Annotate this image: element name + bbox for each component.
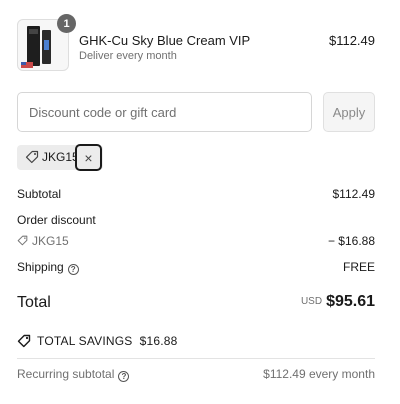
quantity-badge: 1 [57, 14, 76, 33]
total-savings-value: $16.88 [139, 334, 178, 348]
total-amount: USD $95.61 [301, 293, 375, 311]
recurring-subtotal-value: $112.49 every month [263, 367, 375, 381]
product-thumbnail: 1 [17, 14, 76, 71]
divider [17, 358, 375, 359]
tag-icon [25, 150, 39, 164]
close-icon: × [84, 149, 93, 166]
help-icon[interactable]: ? [118, 371, 130, 382]
subtotal-value: $112.49 [332, 187, 376, 201]
total-value: $95.61 [326, 293, 375, 310]
order-discount-label: Order discount [17, 213, 96, 227]
product-delivery-frequency: Deliver every month [79, 50, 177, 62]
discount-code-label: JKG15 [32, 234, 69, 248]
shipping-label: Shipping [17, 260, 64, 274]
discount-code-input[interactable] [17, 92, 312, 132]
applied-code-label: JKG15 [42, 150, 79, 164]
shipping-row: Shipping? FREE [17, 260, 375, 275]
discount-amount: − $16.88 [327, 234, 375, 248]
help-icon[interactable]: ? [67, 264, 79, 275]
total-label: Total [17, 294, 51, 311]
applied-discount-chip: JKG15 × [17, 144, 103, 171]
product-price: $112.49 [328, 33, 375, 48]
total-savings-label: TOTAL SAVINGS [37, 334, 133, 348]
total-savings: TOTAL SAVINGS $16.88 [17, 334, 178, 348]
shipping-value: FREE [342, 260, 375, 274]
subtotal-row: Subtotal $112.49 [17, 187, 375, 201]
currency-code: USD [300, 296, 323, 307]
order-discount-row: Order discount [17, 213, 375, 227]
tag-icon [17, 235, 28, 246]
remove-discount-button[interactable]: × [75, 144, 102, 171]
recurring-subtotal-row: Recurring subtotal? $112.49 every month [17, 367, 375, 382]
product-name: GHK-Cu Sky Blue Cream VIP [79, 33, 251, 48]
discount-code-row: JKG15 − $16.88 [17, 234, 375, 248]
recurring-subtotal-label: Recurring subtotal [17, 367, 115, 381]
tag-icon [17, 334, 31, 348]
line-item: 1 GHK-Cu Sky Blue Cream VIP Deliver ever… [17, 14, 375, 73]
subtotal-label: Subtotal [17, 187, 62, 201]
apply-button[interactable]: Apply [323, 92, 375, 132]
